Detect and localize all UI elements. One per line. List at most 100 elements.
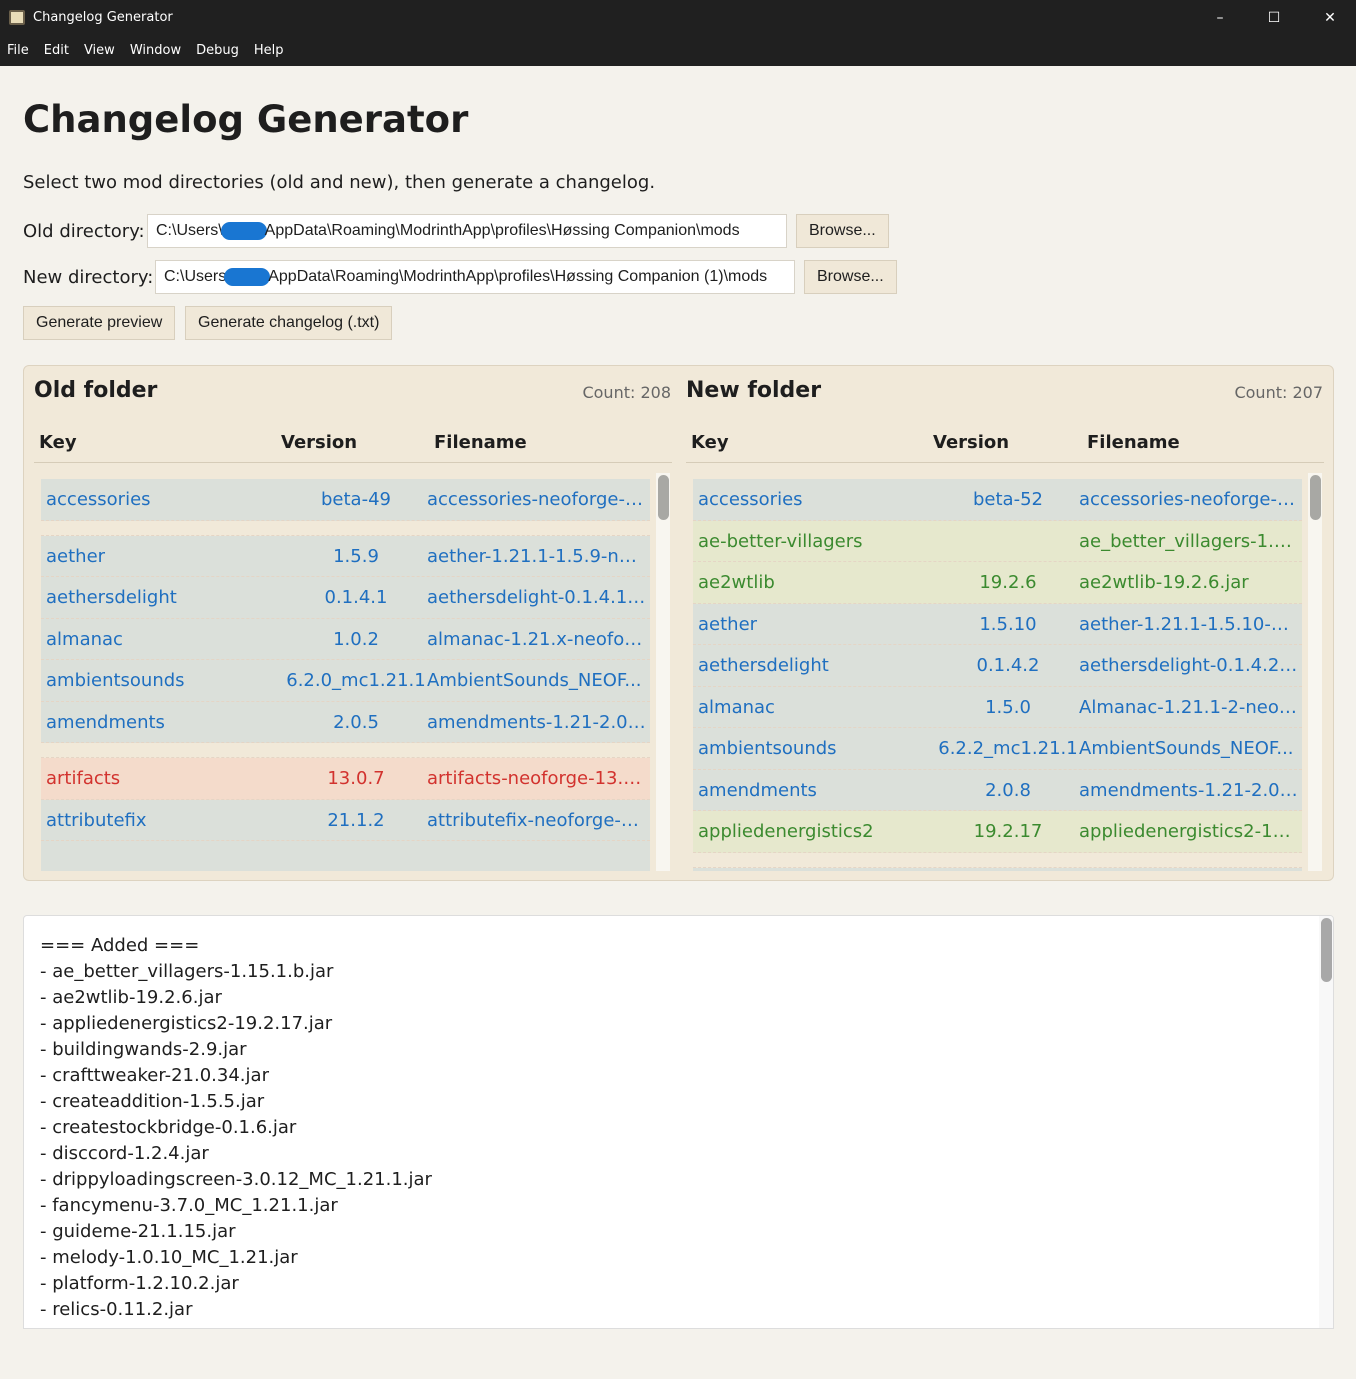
table-row[interactable]	[41, 841, 650, 871]
key-cell: accessories	[46, 489, 151, 510]
table-row[interactable]: aethersdelight 0.1.4.2 aethersdelight-0.1.…	[693, 645, 1302, 687]
scroll-thumb[interactable]	[1321, 918, 1332, 982]
old-list-scrollbar[interactable]	[656, 473, 670, 871]
generate-preview-button[interactable]: Generate preview	[23, 306, 176, 340]
generate-changelog-button[interactable]: Generate changelog (.txt)	[185, 306, 393, 340]
path-suffix: AppData\Roaming\ModrinthApp\profiles\Høs…	[268, 268, 768, 286]
old-directory-input[interactable]: C:\Users\ AppData\Roaming\ModrinthApp\pro…	[147, 214, 787, 248]
key-cell: amendments	[46, 711, 165, 733]
log-scrollbar[interactable]	[1319, 916, 1333, 1328]
row-spacer	[693, 853, 1302, 868]
filename-cell: almanac-1.21.x-neoforg...	[427, 628, 647, 650]
key-cell: appliedenergistics2	[698, 821, 874, 842]
changelog-output[interactable]: === Added === - ae_better_villagers-1.15.…	[23, 915, 1334, 1329]
filename-cell: accessories-neoforge-1....	[427, 489, 647, 510]
scroll-thumb[interactable]	[1310, 475, 1321, 520]
minimize-button[interactable]: –	[1208, 6, 1232, 30]
version-cell: 13.0.7	[327, 768, 385, 789]
menu-bar: File Edit View Window Debug Help	[0, 36, 1356, 66]
key-cell: aethersdelight	[46, 587, 177, 608]
table-row[interactable]: accessories beta-49 accessories-neoforge-1…	[41, 479, 650, 521]
filename-cell: AmbientSounds_NEOF...	[1079, 738, 1294, 759]
menu-debug[interactable]: Debug	[196, 36, 246, 66]
new-list-scrollbar[interactable]	[1308, 473, 1322, 871]
menu-file[interactable]: File	[7, 36, 36, 66]
log-line: - createaddition-1.5.5.jar	[40, 1091, 265, 1112]
log-line: - appliedenergistics2-19.2.17.jar	[40, 1013, 333, 1034]
new-col-key[interactable]: Key	[691, 432, 729, 453]
table-row[interactable]: ae2wtlib 19.2.6 ae2wtlib-19.2.6.jar	[693, 562, 1302, 604]
version-cell: 6.2.0_mc1.21.1	[286, 670, 426, 691]
filename-cell: Almanac-1.21.1-2-neof...	[1079, 696, 1299, 718]
close-button[interactable]: ✕	[1318, 6, 1342, 30]
log-line: - buildingwands-2.9.jar	[40, 1039, 247, 1060]
menu-edit[interactable]: Edit	[44, 36, 76, 66]
filename-cell: aethersdelight-0.1.4.1-1...	[427, 587, 647, 608]
table-row[interactable]: amendments 2.0.5 amendments-1.21-2.0.5...	[41, 701, 650, 743]
filename-cell: amendments-1.21-2.0.5...	[427, 711, 647, 733]
log-line: - disccord-1.2.4.jar	[40, 1143, 209, 1164]
new-folder-count: Count: 207	[1234, 383, 1323, 402]
version-cell: 1.5.0	[985, 696, 1031, 718]
table-row[interactable]: aethersdelight 0.1.4.1 aethersdelight-0.1.…	[41, 577, 650, 619]
log-line: === Added ===	[40, 935, 200, 956]
log-line: - platform-1.2.10.2.jar	[40, 1273, 239, 1294]
table-row[interactable]: almanac 1.0.2 almanac-1.21.x-neoforg...	[41, 618, 650, 660]
title-bar: Changelog Generator – ☐ ✕	[0, 0, 1356, 36]
redaction-mark	[220, 222, 267, 240]
menu-help[interactable]: Help	[254, 36, 291, 66]
table-row[interactable]: almanac 1.5.0 Almanac-1.21.1-2-neof...	[693, 686, 1302, 728]
new-col-filename[interactable]: Filename	[1087, 432, 1180, 453]
version-cell: 2.0.8	[985, 779, 1031, 801]
key-cell: aethersdelight	[698, 655, 829, 676]
menu-window[interactable]: Window	[130, 36, 188, 66]
filename-cell: attributefix-neoforge-1....	[427, 809, 647, 831]
log-line: - drippyloadingscreen-3.0.12_MC_1.21.1.j…	[40, 1169, 432, 1190]
old-col-version[interactable]: Version	[281, 432, 357, 453]
version-cell: 0.1.4.1	[324, 587, 388, 608]
table-row[interactable]	[693, 867, 1302, 871]
version-cell: beta-49	[321, 489, 391, 510]
table-row[interactable]: amendments 2.0.8 amendments-1.21-2.0.8...	[693, 769, 1302, 811]
divider	[686, 462, 1324, 463]
table-row[interactable]: artifacts 13.0.7 artifacts-neoforge-13.0..…	[41, 758, 650, 800]
log-line: - ae_better_villagers-1.15.1.b.jar	[40, 961, 334, 982]
comparison-panel: Old folder Count: 208 New folder Count: …	[23, 365, 1334, 881]
version-cell: 2.0.5	[333, 711, 379, 733]
redaction-mark	[224, 268, 271, 286]
version-cell: 21.1.2	[327, 809, 385, 831]
log-line: - melody-1.0.10_MC_1.21.jar	[40, 1247, 298, 1268]
version-cell: 1.5.9	[333, 545, 379, 567]
version-cell: 1.5.10	[979, 613, 1037, 635]
menu-view[interactable]: View	[84, 36, 122, 66]
old-col-key[interactable]: Key	[39, 432, 77, 453]
table-row[interactable]: appliedenergistics2 19.2.17 appliedenergis…	[693, 811, 1302, 853]
table-row[interactable]: attributefix 21.1.2 attributefix-neoforge-…	[41, 799, 650, 841]
table-row[interactable]: aether 1.5.9 aether-1.21.1-1.5.9-neof...	[41, 535, 650, 577]
filename-cell: accessories-neoforge-1....	[1079, 489, 1299, 510]
new-folder-title: New folder	[686, 378, 822, 403]
old-browse-button[interactable]: Browse...	[796, 214, 889, 248]
old-col-filename[interactable]: Filename	[434, 432, 527, 453]
version-cell: 1.0.2	[333, 628, 379, 650]
scroll-thumb[interactable]	[658, 475, 669, 520]
table-row[interactable]: ambientsounds 6.2.0_mc1.21.1 AmbientSounds…	[41, 660, 650, 702]
new-directory-input[interactable]: C:\Users AppData\Roaming\ModrinthApp\prof…	[155, 260, 795, 294]
table-row[interactable]: ae-better-villagers ae_better_villagers-1…	[693, 520, 1302, 562]
log-line: - guideme-21.1.15.jar	[40, 1221, 236, 1242]
table-row[interactable]: aether 1.5.10 aether-1.21.1-1.5.10-ne...	[693, 603, 1302, 645]
table-row[interactable]: accessories beta-52 accessories-neoforge-1…	[693, 479, 1302, 521]
filename-cell: ae2wtlib-19.2.6.jar	[1079, 572, 1249, 593]
key-cell: aether	[698, 613, 758, 635]
key-cell: ae-better-villagers	[698, 530, 863, 552]
key-cell: almanac	[698, 696, 775, 718]
table-row[interactable]: ambientsounds 6.2.2_mc1.21.1 AmbientSounds…	[693, 728, 1302, 770]
version-cell: 19.2.6	[979, 572, 1037, 593]
new-col-version[interactable]: Version	[933, 432, 1009, 453]
key-cell: almanac	[46, 628, 123, 650]
maximize-button[interactable]: ☐	[1262, 6, 1286, 30]
page-subtitle: Select two mod directories (old and new)…	[23, 172, 656, 193]
old-folder-list: accessories beta-49 accessories-neoforge-1…	[41, 479, 650, 871]
filename-cell: artifacts-neoforge-13.0....	[427, 768, 647, 789]
new-browse-button[interactable]: Browse...	[804, 260, 897, 294]
